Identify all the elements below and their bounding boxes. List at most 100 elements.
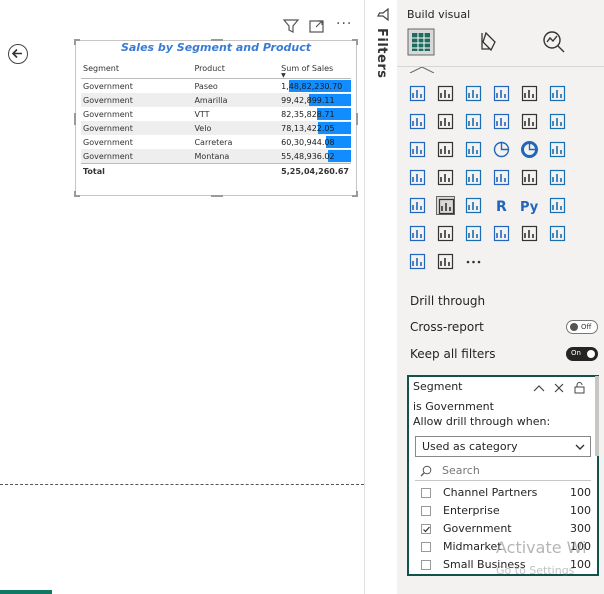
pane-scrollbar[interactable] (595, 376, 599, 456)
line-column-icon[interactable] (492, 112, 511, 131)
r-visual-icon[interactable]: R (492, 196, 511, 215)
filter-value-item[interactable]: Channel Partners 100 (421, 485, 591, 503)
ribbon-chart-icon[interactable] (548, 112, 567, 131)
visual-title: Sales by Segment and Product (120, 41, 312, 54)
activate-windows-watermark: Activate Wi (496, 538, 587, 557)
stacked-column-icon[interactable] (436, 84, 455, 103)
cell-product: VTT (194, 109, 210, 119)
filters-pane-collapsed[interactable]: Filters (364, 0, 397, 594)
kpi-icon[interactable] (548, 168, 567, 187)
100-column-icon[interactable] (548, 84, 567, 103)
power-automate-icon[interactable] (548, 224, 567, 243)
filter-icon[interactable] (282, 18, 300, 34)
pie-chart-icon[interactable] (492, 140, 511, 159)
build-visual-pane: Build visual R Py Drill through Cross-rep… (397, 0, 604, 594)
keep-all-filters-toggle[interactable]: On (566, 347, 598, 361)
cell-product: Velo (192, 121, 280, 135)
python-visual-icon[interactable]: Py (520, 196, 539, 215)
smart-narrative-icon[interactable] (436, 252, 455, 271)
table-row[interactable]: Government VTT 82,35,828.71 (81, 107, 351, 121)
cell-segment: Government (83, 109, 133, 119)
clustered-bar-icon[interactable] (464, 84, 483, 103)
cell-sum-of-sales: 1,48,82,230.70 (279, 79, 351, 94)
slicer-icon[interactable] (408, 196, 427, 215)
table-row[interactable]: Government Amarilla 99,42,899.11 (81, 93, 351, 107)
drill-through-heading: Drill through (410, 294, 486, 308)
100-bar-icon[interactable] (520, 84, 539, 103)
filled-map-icon[interactable] (436, 168, 455, 187)
table-row[interactable]: Government Paseo 1,48,82,230.70 (81, 79, 351, 94)
clustered-column-icon[interactable] (492, 84, 511, 103)
cross-report-label: Cross-report (410, 320, 484, 334)
column-header-product[interactable]: Product (192, 58, 280, 79)
keep-all-filters-label: Keep all filters (410, 347, 496, 361)
filter-value-count: 100 (570, 504, 591, 517)
data-table: Segment Product Sum of Sales ▼ Governmen… (81, 58, 351, 178)
matrix-icon[interactable] (464, 196, 483, 215)
qna-icon[interactable] (436, 224, 455, 243)
chevron-down-icon (575, 444, 585, 450)
cross-report-toggle[interactable]: Off (566, 320, 598, 334)
decomposition-tree-icon[interactable] (408, 224, 427, 243)
checkbox[interactable] (421, 560, 431, 570)
search-input[interactable]: Search (415, 461, 591, 481)
scatter-icon[interactable] (464, 140, 483, 159)
goals-icon[interactable] (492, 224, 511, 243)
column-header-sum-of-sales[interactable]: Sum of Sales ▼ (279, 58, 351, 79)
search-icon (420, 465, 432, 477)
table-row[interactable]: Government Montana 55,48,936.02 (81, 149, 351, 164)
drill-mode-select[interactable]: Used as category (415, 436, 591, 457)
close-icon[interactable] (554, 383, 564, 393)
narrative-icon[interactable] (464, 224, 483, 243)
lock-icon[interactable] (574, 381, 585, 394)
cell-product: Amarilla (192, 93, 280, 107)
multi-row-card-icon[interactable] (520, 168, 539, 187)
key-influencers-icon[interactable] (548, 196, 567, 215)
filter-icon[interactable] (376, 8, 389, 21)
format-visual-icon[interactable] (477, 30, 501, 54)
page-boundary-line (0, 484, 364, 485)
line-chart-icon[interactable] (408, 112, 427, 131)
table-icon[interactable] (436, 196, 455, 215)
filter-value-item[interactable]: Enterprise 100 (421, 503, 591, 521)
area-chart-icon[interactable] (436, 112, 455, 131)
line-clustered-icon[interactable] (520, 112, 539, 131)
checkbox[interactable] (421, 506, 431, 516)
table-row[interactable]: Government Velo 78,13,422.05 (81, 121, 351, 135)
cell-sum-of-sales: 78,13,422.05 (279, 121, 351, 135)
card-icon[interactable] (492, 168, 511, 187)
table-visual[interactable]: Sales by Segment and Product Segment Pro… (74, 39, 358, 197)
more-visuals-icon[interactable] (464, 252, 483, 271)
funnel-icon[interactable] (436, 140, 455, 159)
checkbox[interactable] (421, 542, 431, 552)
waterfall-icon[interactable] (408, 140, 427, 159)
cell-value: 78,13,422.05 (281, 123, 335, 133)
power-apps-icon[interactable] (408, 252, 427, 271)
gauge-icon[interactable] (464, 168, 483, 187)
analytics-icon[interactable] (541, 29, 567, 55)
collapse-icon[interactable] (533, 383, 545, 393)
filters-label[interactable]: Filters (374, 28, 389, 78)
back-button[interactable] (8, 44, 28, 64)
cell-value: 99,42,899.11 (281, 95, 335, 105)
filter-condition: is Government (413, 400, 494, 413)
build-visual-icon[interactable] (407, 28, 435, 56)
stacked-bar-icon[interactable] (408, 84, 427, 103)
focus-mode-icon[interactable] (308, 18, 326, 34)
svg-text:Py: Py (520, 200, 539, 215)
checkbox[interactable] (421, 524, 431, 534)
donut-chart-icon[interactable] (520, 140, 539, 159)
cell-value: 60,30,944.08 (281, 137, 335, 147)
table-row[interactable]: Government Carretera 60,30,944.08 (81, 135, 351, 149)
page-tab-indicator[interactable] (0, 590, 52, 594)
cell-segment: Government (83, 137, 133, 147)
filter-value-item[interactable]: Government 300 (421, 521, 591, 539)
stacked-area-icon[interactable] (464, 112, 483, 131)
more-options-icon[interactable]: ··· (336, 16, 352, 32)
column-header-label: Sum of Sales (281, 63, 334, 73)
column-header-segment[interactable]: Segment (81, 58, 193, 79)
map-icon[interactable] (408, 168, 427, 187)
treemap-icon[interactable] (548, 140, 567, 159)
checkbox[interactable] (421, 488, 431, 498)
paginated-report-icon[interactable] (520, 224, 539, 243)
